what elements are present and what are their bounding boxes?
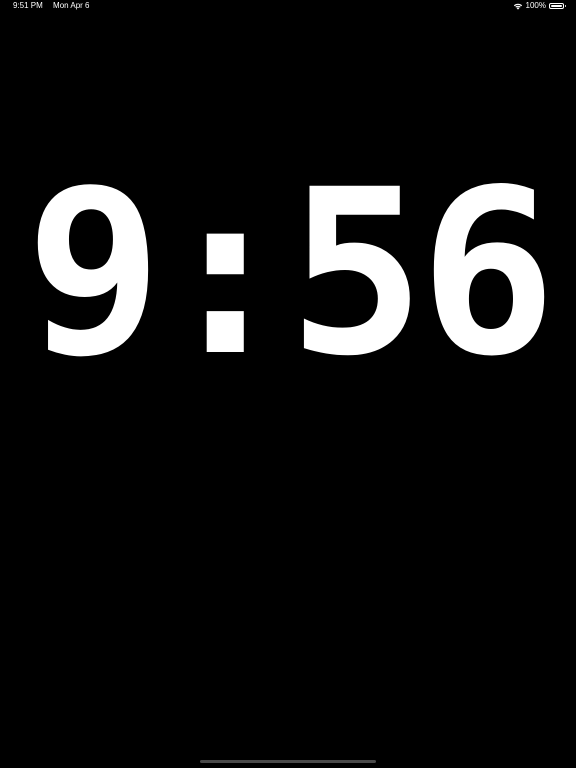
status-right: 100% [513, 0, 566, 12]
battery-fill [551, 5, 562, 7]
wifi-icon [513, 2, 523, 10]
clock-screen: 9:51 PM Mon Apr 6 100% 9:56 [0, 0, 576, 768]
clock-display: 9:56 [0, 158, 576, 388]
status-bar: 9:51 PM Mon Apr 6 100% [0, 0, 576, 14]
battery-nub [564, 5, 566, 7]
status-left: 9:51 PM Mon Apr 6 [13, 0, 90, 12]
clock-separator: : [156, 140, 294, 406]
clock-minutes: 56 [288, 140, 557, 406]
battery-percent: 100% [525, 1, 546, 10]
status-date: Mon Apr 6 [53, 1, 90, 10]
home-indicator[interactable] [200, 760, 376, 763]
battery-icon [549, 3, 566, 9]
clock-hours: 9 [25, 140, 162, 406]
status-time: 9:51 PM [13, 1, 43, 10]
